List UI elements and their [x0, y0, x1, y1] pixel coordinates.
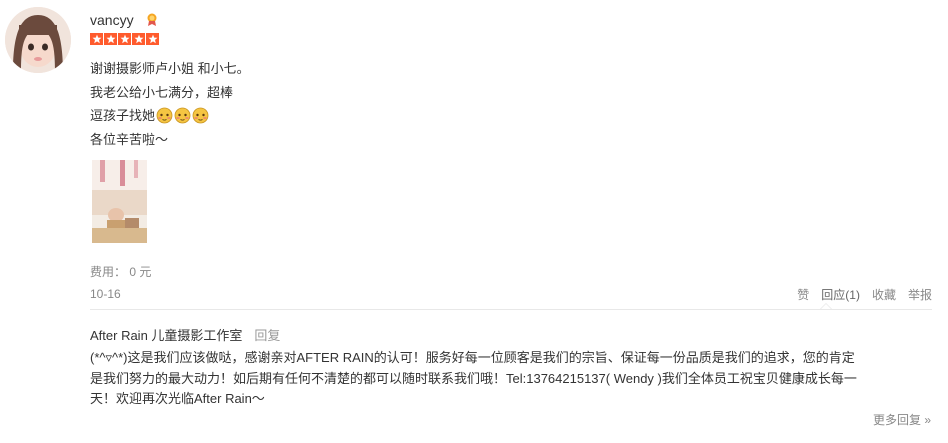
- review-content: 谢谢摄影师卢小姐 和小七。 我老公给小七满分，超棒 逗孩子找她 各位辛苦啦～: [90, 57, 250, 151]
- user-avatar[interactable]: [5, 7, 71, 73]
- star-icon: [118, 33, 131, 45]
- rating-stars: [90, 33, 159, 45]
- reply-line: 天！欢迎再次光临After Rain～: [90, 391, 265, 406]
- merchant-name[interactable]: After Rain 儿童摄影工作室: [90, 328, 242, 343]
- review-line: 逗孩子找她: [90, 108, 156, 123]
- reply-pointer-arrow: [820, 303, 832, 309]
- report-button[interactable]: 举报: [908, 286, 932, 303]
- favorite-button[interactable]: 收藏: [872, 286, 896, 303]
- blush-emoji-icon: [156, 107, 173, 124]
- vip-badge-icon: [146, 13, 158, 27]
- review-line: 谢谢摄影师卢小姐 和小七。: [90, 61, 250, 76]
- blush-emoji-icon: [192, 107, 209, 124]
- review-photo-thumbnail[interactable]: [92, 160, 147, 243]
- like-button[interactable]: 赞: [797, 286, 809, 303]
- cost-label: 费用： 0 元: [90, 265, 152, 279]
- review-actions: 赞 回应(1) 收藏 举报: [785, 286, 932, 303]
- username[interactable]: vancyy: [90, 12, 134, 28]
- star-icon: [146, 33, 159, 45]
- merchant-reply-content: (*^▿^*)这是我们应该做哒，感谢亲对AFTER RAIN的认可！服务好每一位…: [90, 348, 935, 410]
- more-replies-link[interactable]: 更多回复 »: [873, 411, 931, 428]
- review-date: 10-16: [90, 287, 121, 301]
- blush-emoji-icon: [174, 107, 191, 124]
- reply-count-button[interactable]: 回应(1): [821, 286, 860, 303]
- review-line: 各位辛苦啦～: [90, 131, 169, 147]
- star-icon: [90, 33, 103, 45]
- reply-line: (*^▿^*)这是我们应该做哒，感谢亲对AFTER RAIN的认可！服务好每一位…: [90, 350, 855, 365]
- star-icon: [104, 33, 117, 45]
- reply-line: 是我们努力的最大动力！如后期有任何不清楚的都可以随时联系我们哦！Tel:1376…: [90, 370, 857, 386]
- review-line-with-emoji: 逗孩子找她: [90, 104, 250, 128]
- star-icon: [132, 33, 145, 45]
- merchant-reply-header: After Rain 儿童摄影工作室 回复: [90, 325, 280, 344]
- reply-divider: [90, 309, 932, 310]
- reply-button[interactable]: 回复: [254, 328, 280, 343]
- review-line: 我老公给小七满分，超棒: [90, 84, 234, 100]
